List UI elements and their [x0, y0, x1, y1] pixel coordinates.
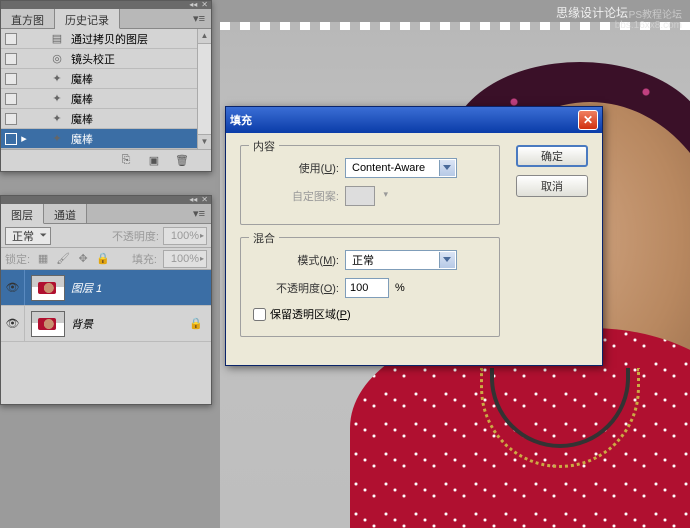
dialog-opacity-label: 不透明度(O):	[253, 280, 339, 296]
pattern-label: 自定图案:	[253, 188, 339, 204]
tab-channels[interactable]: 通道	[44, 204, 87, 223]
history-label: 魔棒	[71, 71, 93, 87]
blend-legend: 混合	[249, 230, 279, 246]
cancel-button[interactable]: 取消	[516, 175, 588, 197]
lens-icon: ◎	[47, 51, 67, 67]
history-visibility-toggle[interactable]	[5, 53, 17, 65]
history-item[interactable]: ✦魔棒	[1, 89, 211, 109]
lock-all-icon[interactable]: 🔒	[96, 252, 110, 265]
history-footer: ⎘ ▣ 🗑	[1, 149, 211, 171]
panel-menu-icon[interactable]: ▾≡	[187, 9, 211, 28]
collapse-icon[interactable]: ◂◂	[189, 1, 197, 9]
pattern-picker	[345, 186, 375, 206]
history-scrollbar[interactable]	[197, 29, 211, 149]
opacity-value[interactable]: 100%	[163, 227, 207, 245]
panel-grip[interactable]: ◂◂ ✕	[1, 1, 211, 9]
content-legend: 内容	[249, 138, 279, 154]
mode-select[interactable]: 正常	[345, 250, 457, 270]
history-label: 通过拷贝的图层	[71, 31, 148, 47]
new-state-icon[interactable]: ▣	[145, 153, 163, 169]
tab-histogram[interactable]: 直方图	[1, 9, 55, 28]
dialog-title: 填充	[230, 112, 252, 128]
preserve-transparency-label[interactable]: 保留透明区域(P)	[270, 306, 351, 322]
close-button[interactable]: ✕	[578, 110, 598, 130]
history-label: 魔棒	[71, 111, 93, 127]
fill-value[interactable]: 100%	[163, 250, 207, 268]
blend-mode-select[interactable]: 正常	[5, 227, 51, 245]
watermark-ps: PS教程论坛	[629, 6, 682, 21]
layer-thumbnail[interactable]	[31, 311, 65, 337]
history-panel: ◂◂✕ 直方图 历史记录 ▾≡ ▤通过拷贝的图层 ◎镜头校正 ✦魔棒 ✦魔棒 ✦…	[0, 0, 212, 172]
dialog-titlebar[interactable]: 填充 ✕	[226, 107, 602, 133]
lock-icon: 🔒	[189, 317, 203, 330]
layer-row[interactable]: 👁 图层 1	[1, 270, 211, 306]
layer-row[interactable]: 👁 背景 🔒	[1, 306, 211, 342]
visibility-toggle[interactable]: 👁	[1, 270, 25, 305]
watermark-url: bbs.16xx8.com	[615, 20, 682, 31]
opacity-input[interactable]: 100	[345, 278, 389, 298]
trash-icon[interactable]: 🗑	[173, 153, 191, 169]
history-item[interactable]: ▸✦魔棒	[1, 129, 211, 149]
visibility-toggle[interactable]: 👁	[1, 306, 25, 341]
lock-transparency-icon[interactable]: ▦	[36, 252, 50, 265]
ok-button[interactable]: 确定	[516, 145, 588, 167]
layer-copy-icon: ▤	[47, 31, 67, 47]
wand-icon: ✦	[47, 91, 67, 107]
lock-label: 锁定:	[5, 251, 30, 267]
history-visibility-toggle[interactable]	[5, 93, 17, 105]
percent-unit: %	[395, 282, 405, 294]
history-label: 镜头校正	[71, 51, 115, 67]
new-snapshot-icon[interactable]: ⎘	[117, 153, 135, 169]
mode-label: 模式(M):	[253, 252, 339, 268]
collapse-icon[interactable]: ◂◂	[189, 196, 197, 204]
wand-icon: ✦	[47, 111, 67, 127]
layer-thumbnail[interactable]	[31, 275, 65, 301]
use-select[interactable]: Content-Aware	[345, 158, 457, 178]
close-panel-icon[interactable]: ✕	[201, 1, 208, 9]
layer-lock-controls: 锁定: ▦ 🖌 ✥ 🔒 填充: 100%	[1, 248, 211, 270]
layer-name[interactable]: 图层 1	[71, 280, 102, 296]
history-visibility-toggle[interactable]	[5, 133, 17, 145]
fill-label: 填充:	[132, 251, 157, 267]
dialog-body: 确定 取消 内容 使用(U): Content-Aware 自定图案: 混合 模…	[226, 133, 602, 365]
history-list: ▤通过拷贝的图层 ◎镜头校正 ✦魔棒 ✦魔棒 ✦魔棒 ▸✦魔棒	[1, 29, 211, 149]
history-label: 魔棒	[71, 131, 93, 147]
use-label: 使用(U):	[253, 160, 339, 176]
history-item[interactable]: ◎镜头校正	[1, 49, 211, 69]
layers-panel: ◂◂ ✕ 图层 通道 ▾≡ 正常 不透明度: 100% 锁定: ▦ 🖌 ✥ 🔒 填…	[0, 195, 212, 405]
wand-icon: ✦	[47, 131, 67, 147]
layer-blend-controls: 正常 不透明度: 100%	[1, 224, 211, 248]
history-item[interactable]: ✦魔棒	[1, 109, 211, 129]
panel-menu-icon[interactable]: ▾≡	[187, 204, 211, 223]
blend-fieldset: 混合 模式(M): 正常 不透明度(O): 100 % 保留透明区域(P)	[240, 237, 500, 337]
fill-dialog: 填充 ✕ 确定 取消 内容 使用(U): Content-Aware 自定图案:…	[225, 106, 603, 366]
panel-grip[interactable]: ◂◂ ✕	[1, 196, 211, 204]
lock-paint-icon[interactable]: 🖌	[56, 252, 70, 265]
close-panel-icon[interactable]: ✕	[201, 196, 208, 204]
history-visibility-toggle[interactable]	[5, 73, 17, 85]
history-item[interactable]: ▤通过拷贝的图层	[1, 29, 211, 49]
tab-layers[interactable]: 图层	[1, 204, 44, 224]
wand-icon: ✦	[47, 71, 67, 87]
layer-list: 👁 图层 1 👁 背景 🔒	[1, 270, 211, 342]
history-item[interactable]: ✦魔棒	[1, 69, 211, 89]
opacity-label: 不透明度:	[112, 228, 159, 244]
content-fieldset: 内容 使用(U): Content-Aware 自定图案:	[240, 145, 500, 225]
watermark-forum: 思缘设计论坛	[556, 4, 628, 21]
history-visibility-toggle[interactable]	[5, 33, 17, 45]
preserve-transparency-checkbox[interactable]	[253, 308, 266, 321]
history-visibility-toggle[interactable]	[5, 113, 17, 125]
lock-position-icon[interactable]: ✥	[76, 252, 90, 265]
tab-history[interactable]: 历史记录	[55, 9, 120, 29]
history-label: 魔棒	[71, 91, 93, 107]
layer-name[interactable]: 背景	[71, 316, 93, 332]
